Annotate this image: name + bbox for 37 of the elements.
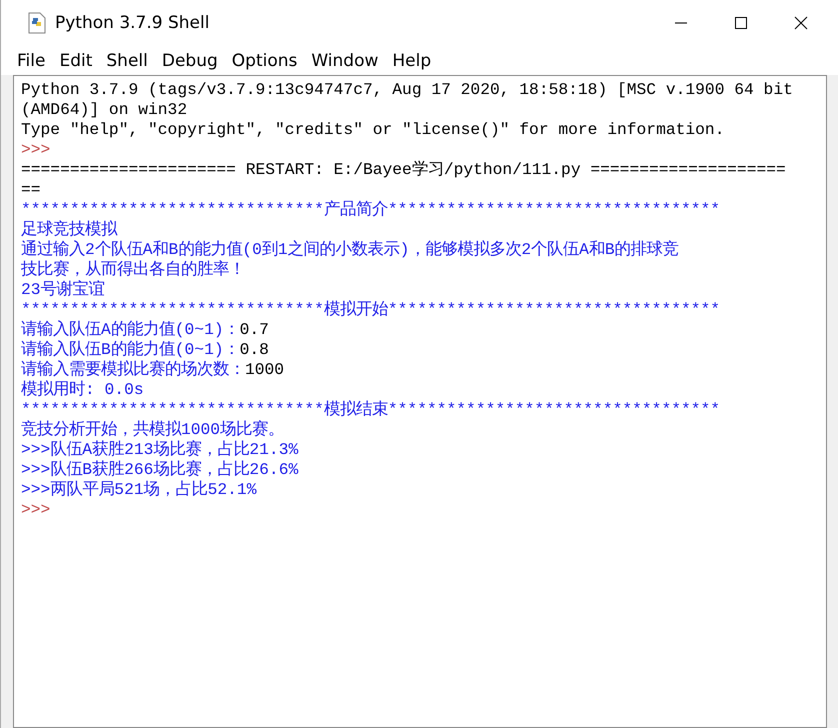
shell-output-text: 足球竞技模拟 bbox=[21, 220, 117, 239]
shell-output-text: >>>两队平局521场，占比52.1% bbox=[21, 480, 256, 499]
shell-output-text: >>> bbox=[21, 140, 50, 159]
menu-item[interactable]: Shell bbox=[104, 50, 150, 70]
shell-output-text: == bbox=[21, 180, 41, 199]
shell-output-text: *******************************产品简介********************************** bbox=[21, 200, 720, 219]
menu-item[interactable]: Help bbox=[390, 50, 434, 70]
shell-output-text: 0.8 bbox=[240, 340, 269, 359]
shell-output-text: 请输入需要模拟比赛的场次数： bbox=[21, 360, 245, 379]
shell-output-text: 通过输入2个队伍A和B的能力值(0到1之间的小数表示)，能够模拟多次2个队伍A和B的排球竞 bbox=[21, 240, 679, 259]
shell-output-text: 模拟用时: 0.0s bbox=[21, 380, 144, 399]
menu-item[interactable]: Window bbox=[309, 50, 380, 70]
shell-output-text: 23号谢宝谊 bbox=[21, 280, 105, 299]
maximize-icon bbox=[734, 16, 748, 30]
shell-output-text: 技比赛，从而得出各自的胜率！ bbox=[21, 260, 245, 279]
python-file-icon bbox=[27, 12, 47, 34]
shell-output-text: 0.7 bbox=[240, 320, 269, 339]
shell-output-text: *******************************模拟结束********************************** bbox=[21, 400, 720, 419]
shell-output-text: >>> bbox=[21, 500, 50, 519]
shell-output-text: >>>队伍A获胜213场比赛，占比21.3% bbox=[21, 440, 298, 459]
menu-item[interactable]: Debug bbox=[160, 50, 220, 70]
minimize-icon bbox=[674, 22, 688, 24]
menu-item[interactable]: File bbox=[15, 50, 48, 70]
close-icon bbox=[794, 16, 808, 30]
shell-output-text: >>>队伍B获胜266场比赛，占比26.6% bbox=[21, 460, 298, 479]
shell-output-text: Python 3.7.9 (tags/v3.7.9:13c94747c7, Aug 17 2020, 18:58:18) [MSC v.1900 64 bit bbox=[21, 80, 793, 99]
window-title: Python 3.7.9 Shell bbox=[55, 13, 210, 33]
shell-output-text: 1000 bbox=[245, 360, 284, 379]
menu-item[interactable]: Edit bbox=[57, 50, 94, 70]
shell-output-text: 请输入队伍A的能力值(0~1)： bbox=[21, 320, 240, 339]
shell-output-text: (AMD64)] on win32 bbox=[21, 100, 188, 119]
menu-item[interactable]: Options bbox=[230, 50, 300, 70]
shell-output-text: 竞技分析开始，共模拟1000场比赛。 bbox=[21, 420, 284, 439]
shell-output-text: ====================== RESTART: E:/Bayee学习/python/111.py ==================== bbox=[21, 160, 786, 179]
shell-output-text: *******************************模拟开始********************************** bbox=[21, 300, 720, 319]
shell-output-text: Type "help", "copyright", "credits" or "license()" for more information. bbox=[21, 120, 724, 139]
shell-output-text: 请输入队伍B的能力值(0~1)： bbox=[21, 340, 240, 359]
